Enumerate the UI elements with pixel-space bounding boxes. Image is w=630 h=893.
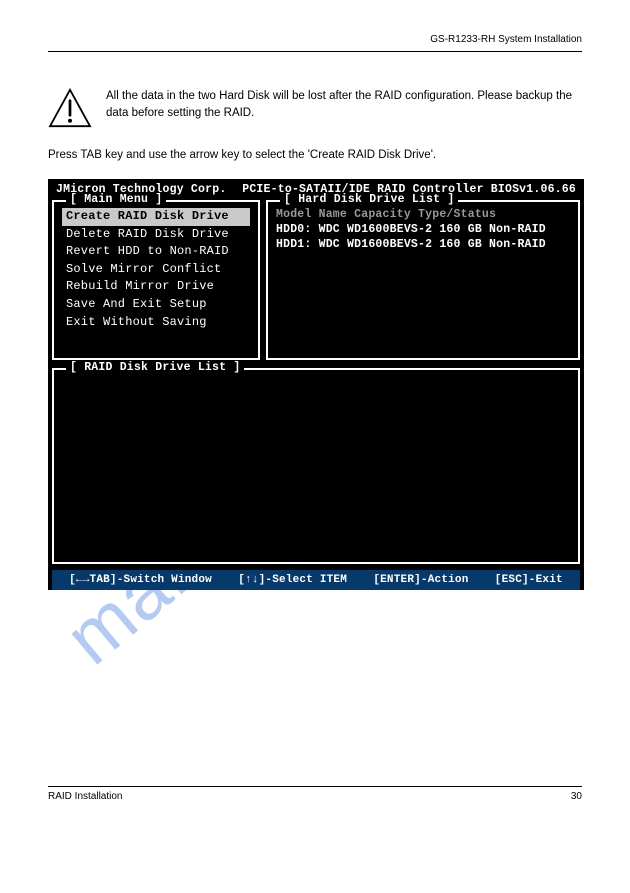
- hint-enter-action: [ENTER]-Action: [373, 573, 468, 587]
- hdd-row: HDD0: WDC WD1600BEVS-2 160 GB Non-RAID: [276, 223, 570, 238]
- menu-item-exit-no-save[interactable]: Exit Without Saving: [62, 314, 250, 332]
- menu-item-create-raid[interactable]: Create RAID Disk Drive: [62, 208, 250, 226]
- menu-item-delete-raid[interactable]: Delete RAID Disk Drive: [62, 226, 250, 244]
- warning-text: All the data in the two Hard Disk will b…: [106, 88, 582, 121]
- footer-page-number: 30: [571, 791, 582, 802]
- hint-arrows-select: [↑↓]-Select ITEM: [238, 573, 347, 587]
- footer-left-text: RAID Installation: [48, 791, 122, 802]
- page-footer: RAID Installation 30: [48, 791, 582, 802]
- hdd-list-legend: [ Hard Disk Drive List ]: [280, 193, 458, 208]
- raid-drive-list-panel: [ RAID Disk Drive List ]: [52, 368, 580, 564]
- menu-item-rebuild-mirror[interactable]: Rebuild Mirror Drive: [62, 278, 250, 296]
- menu-item-revert-hdd[interactable]: Revert HDD to Non-RAID: [62, 243, 250, 261]
- warning-icon: [48, 88, 92, 133]
- intro-text: Press TAB key and use the arrow key to s…: [48, 149, 582, 161]
- raid-list-legend: [ RAID Disk Drive List ]: [66, 361, 244, 376]
- page-header: GS-R1233-RH System Installation: [48, 34, 582, 45]
- main-menu-legend: [ Main Menu ]: [66, 193, 166, 208]
- main-menu-list: Create RAID Disk Drive Delete RAID Disk …: [62, 208, 250, 331]
- bios-screen: JMicron Technology Corp. PCIE-to-SATAII/…: [48, 179, 584, 590]
- hdd-list-panel: [ Hard Disk Drive List ] Model Name Capa…: [266, 200, 580, 360]
- menu-item-solve-mirror[interactable]: Solve Mirror Conflict: [62, 261, 250, 279]
- warning-block: All the data in the two Hard Disk will b…: [48, 88, 582, 133]
- footer-rule: [48, 786, 582, 787]
- header-right-text: GS-R1233-RH System Installation: [430, 34, 582, 45]
- hdd-columns-header: Model Name Capacity Type/Status: [276, 208, 570, 223]
- header-rule: [48, 51, 582, 52]
- hint-tab-switch: [←→TAB]-Switch Window: [69, 573, 212, 587]
- document-page: GS-R1233-RH System Installation All the …: [0, 0, 630, 830]
- hint-esc-exit: [ESC]-Exit: [495, 573, 563, 587]
- bios-status-bar: [←→TAB]-Switch Window [↑↓]-Select ITEM […: [52, 570, 580, 590]
- hdd-row: HDD1: WDC WD1600BEVS-2 160 GB Non-RAID: [276, 238, 570, 253]
- bios-top-panels: [ Main Menu ] Create RAID Disk Drive Del…: [52, 200, 580, 360]
- menu-item-save-exit[interactable]: Save And Exit Setup: [62, 296, 250, 314]
- main-menu-panel: [ Main Menu ] Create RAID Disk Drive Del…: [52, 200, 260, 360]
